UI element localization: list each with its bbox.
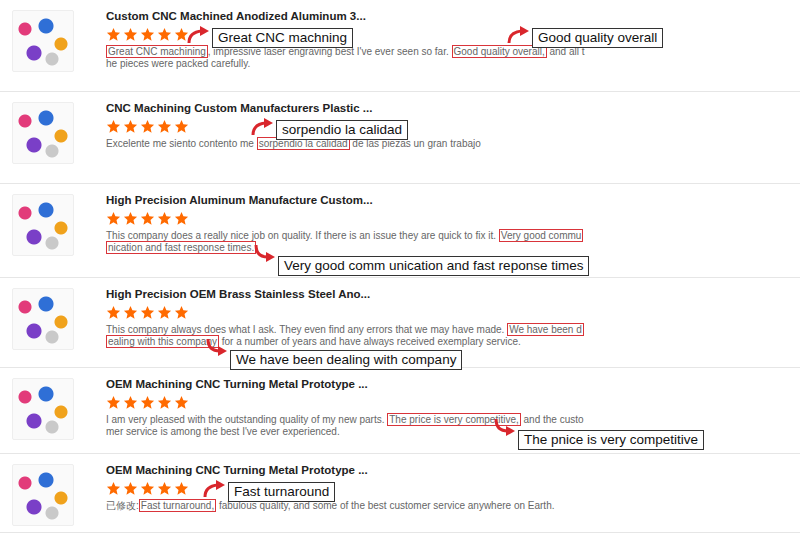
product-thumbnail[interactable]	[12, 378, 74, 440]
arrow-icon	[186, 24, 210, 44]
star-icon	[106, 119, 121, 134]
review-content: OEM Machining CNC Turning Metal Prototyp…	[106, 454, 586, 532]
star-icon	[106, 481, 121, 496]
highlighted-phrase: Fast turnaround,	[139, 499, 216, 512]
review-phrase: Excelente me siento contento me	[106, 138, 257, 149]
callout-label: We have been dealing with company	[230, 350, 462, 370]
star-icon	[140, 305, 155, 320]
callout-label: Good quality overall	[532, 28, 663, 48]
star-icon	[174, 481, 189, 496]
review-row: High Precision OEM Brass Stainless Steel…	[0, 278, 800, 368]
star-icon	[174, 395, 189, 410]
star-icon	[123, 395, 138, 410]
star-icon	[157, 27, 172, 42]
review-row: CNC Machining Custom Manufacturers Plast…	[0, 92, 800, 184]
callout-label: The pnice is very competitive	[518, 430, 704, 450]
star-icon	[174, 211, 189, 226]
star-rating	[106, 304, 586, 320]
product-title[interactable]: CNC Machining Custom Manufacturers Plast…	[106, 100, 586, 116]
star-icon	[157, 395, 172, 410]
star-icon	[106, 395, 121, 410]
highlighted-phrase: Great CNC machining	[106, 45, 208, 58]
star-icon	[123, 119, 138, 134]
review-phrase: for a number of years and have always re…	[219, 336, 521, 347]
star-icon	[140, 119, 155, 134]
arrow-icon	[204, 338, 228, 358]
review-row: High Precision Aluminum Manufacture Cust…	[0, 184, 800, 278]
review-row: OEM Machining CNC Turning Metal Prototyp…	[0, 454, 800, 533]
star-icon	[174, 119, 189, 134]
review-phrase: This company always does what I ask. The…	[106, 324, 507, 335]
star-icon	[157, 119, 172, 134]
star-icon	[140, 395, 155, 410]
product-thumbnail[interactable]	[12, 102, 74, 164]
review-content: OEM Machining CNC Turning Metal Prototyp…	[106, 368, 586, 453]
review-row: OEM Machining CNC Turning Metal Prototyp…	[0, 368, 800, 454]
star-icon	[106, 27, 121, 42]
product-title[interactable]: Custom CNC Machined Anodized Aluminum 3.…	[106, 8, 586, 24]
callout-label: Very good comm unication and fast repons…	[278, 256, 589, 276]
product-thumbnail[interactable]	[12, 10, 74, 72]
review-phrase: I am very pleased with the outstanding q…	[106, 414, 387, 425]
callout-label: sorpendio la calidad	[276, 120, 408, 140]
arrow-icon	[250, 116, 274, 136]
star-icon	[157, 211, 172, 226]
product-thumbnail[interactable]	[12, 194, 74, 256]
highlighted-phrase: The price is very competitive,	[387, 413, 521, 426]
arrow-icon	[492, 418, 516, 438]
review-list: Custom CNC Machined Anodized Aluminum 3.…	[0, 0, 800, 533]
star-rating	[106, 210, 586, 226]
star-icon	[123, 211, 138, 226]
star-icon	[157, 305, 172, 320]
callout-label: Great CNC machning	[212, 28, 353, 48]
product-title[interactable]: High Precision Aluminum Manufacture Cust…	[106, 192, 586, 208]
review-phrase: This company does a really nice job on q…	[106, 230, 499, 241]
callout-label: Fast turnaround	[228, 482, 335, 502]
review-text: Great CNC machining, impressive laser en…	[106, 46, 586, 70]
product-thumbnail[interactable]	[12, 464, 74, 526]
star-icon	[123, 305, 138, 320]
star-rating	[106, 394, 586, 410]
review-text: I am very pleased with the outstanding q…	[106, 414, 586, 438]
review-row: Custom CNC Machined Anodized Aluminum 3.…	[0, 0, 800, 92]
star-icon	[106, 305, 121, 320]
star-icon	[123, 27, 138, 42]
star-icon	[106, 211, 121, 226]
review-text: 已修改:Fast turnaround, fabulous quality, a…	[106, 500, 586, 512]
arrow-icon	[506, 24, 530, 44]
review-phrase: 已修改:	[106, 500, 139, 511]
product-title[interactable]: OEM Machining CNC Turning Metal Prototyp…	[106, 462, 586, 478]
star-icon	[140, 27, 155, 42]
star-icon	[174, 27, 189, 42]
review-text: This company always does what I ask. The…	[106, 324, 586, 348]
star-icon	[157, 481, 172, 496]
arrow-icon	[252, 244, 276, 264]
product-title[interactable]: OEM Machining CNC Turning Metal Prototyp…	[106, 376, 586, 392]
arrow-icon	[202, 478, 226, 498]
review-text: This company does a really nice job on q…	[106, 230, 586, 254]
product-title[interactable]: High Precision OEM Brass Stainless Steel…	[106, 286, 586, 302]
star-icon	[140, 211, 155, 226]
product-thumbnail[interactable]	[12, 288, 74, 350]
star-icon	[174, 305, 189, 320]
star-icon	[140, 481, 155, 496]
star-rating	[106, 480, 586, 496]
star-icon	[123, 481, 138, 496]
